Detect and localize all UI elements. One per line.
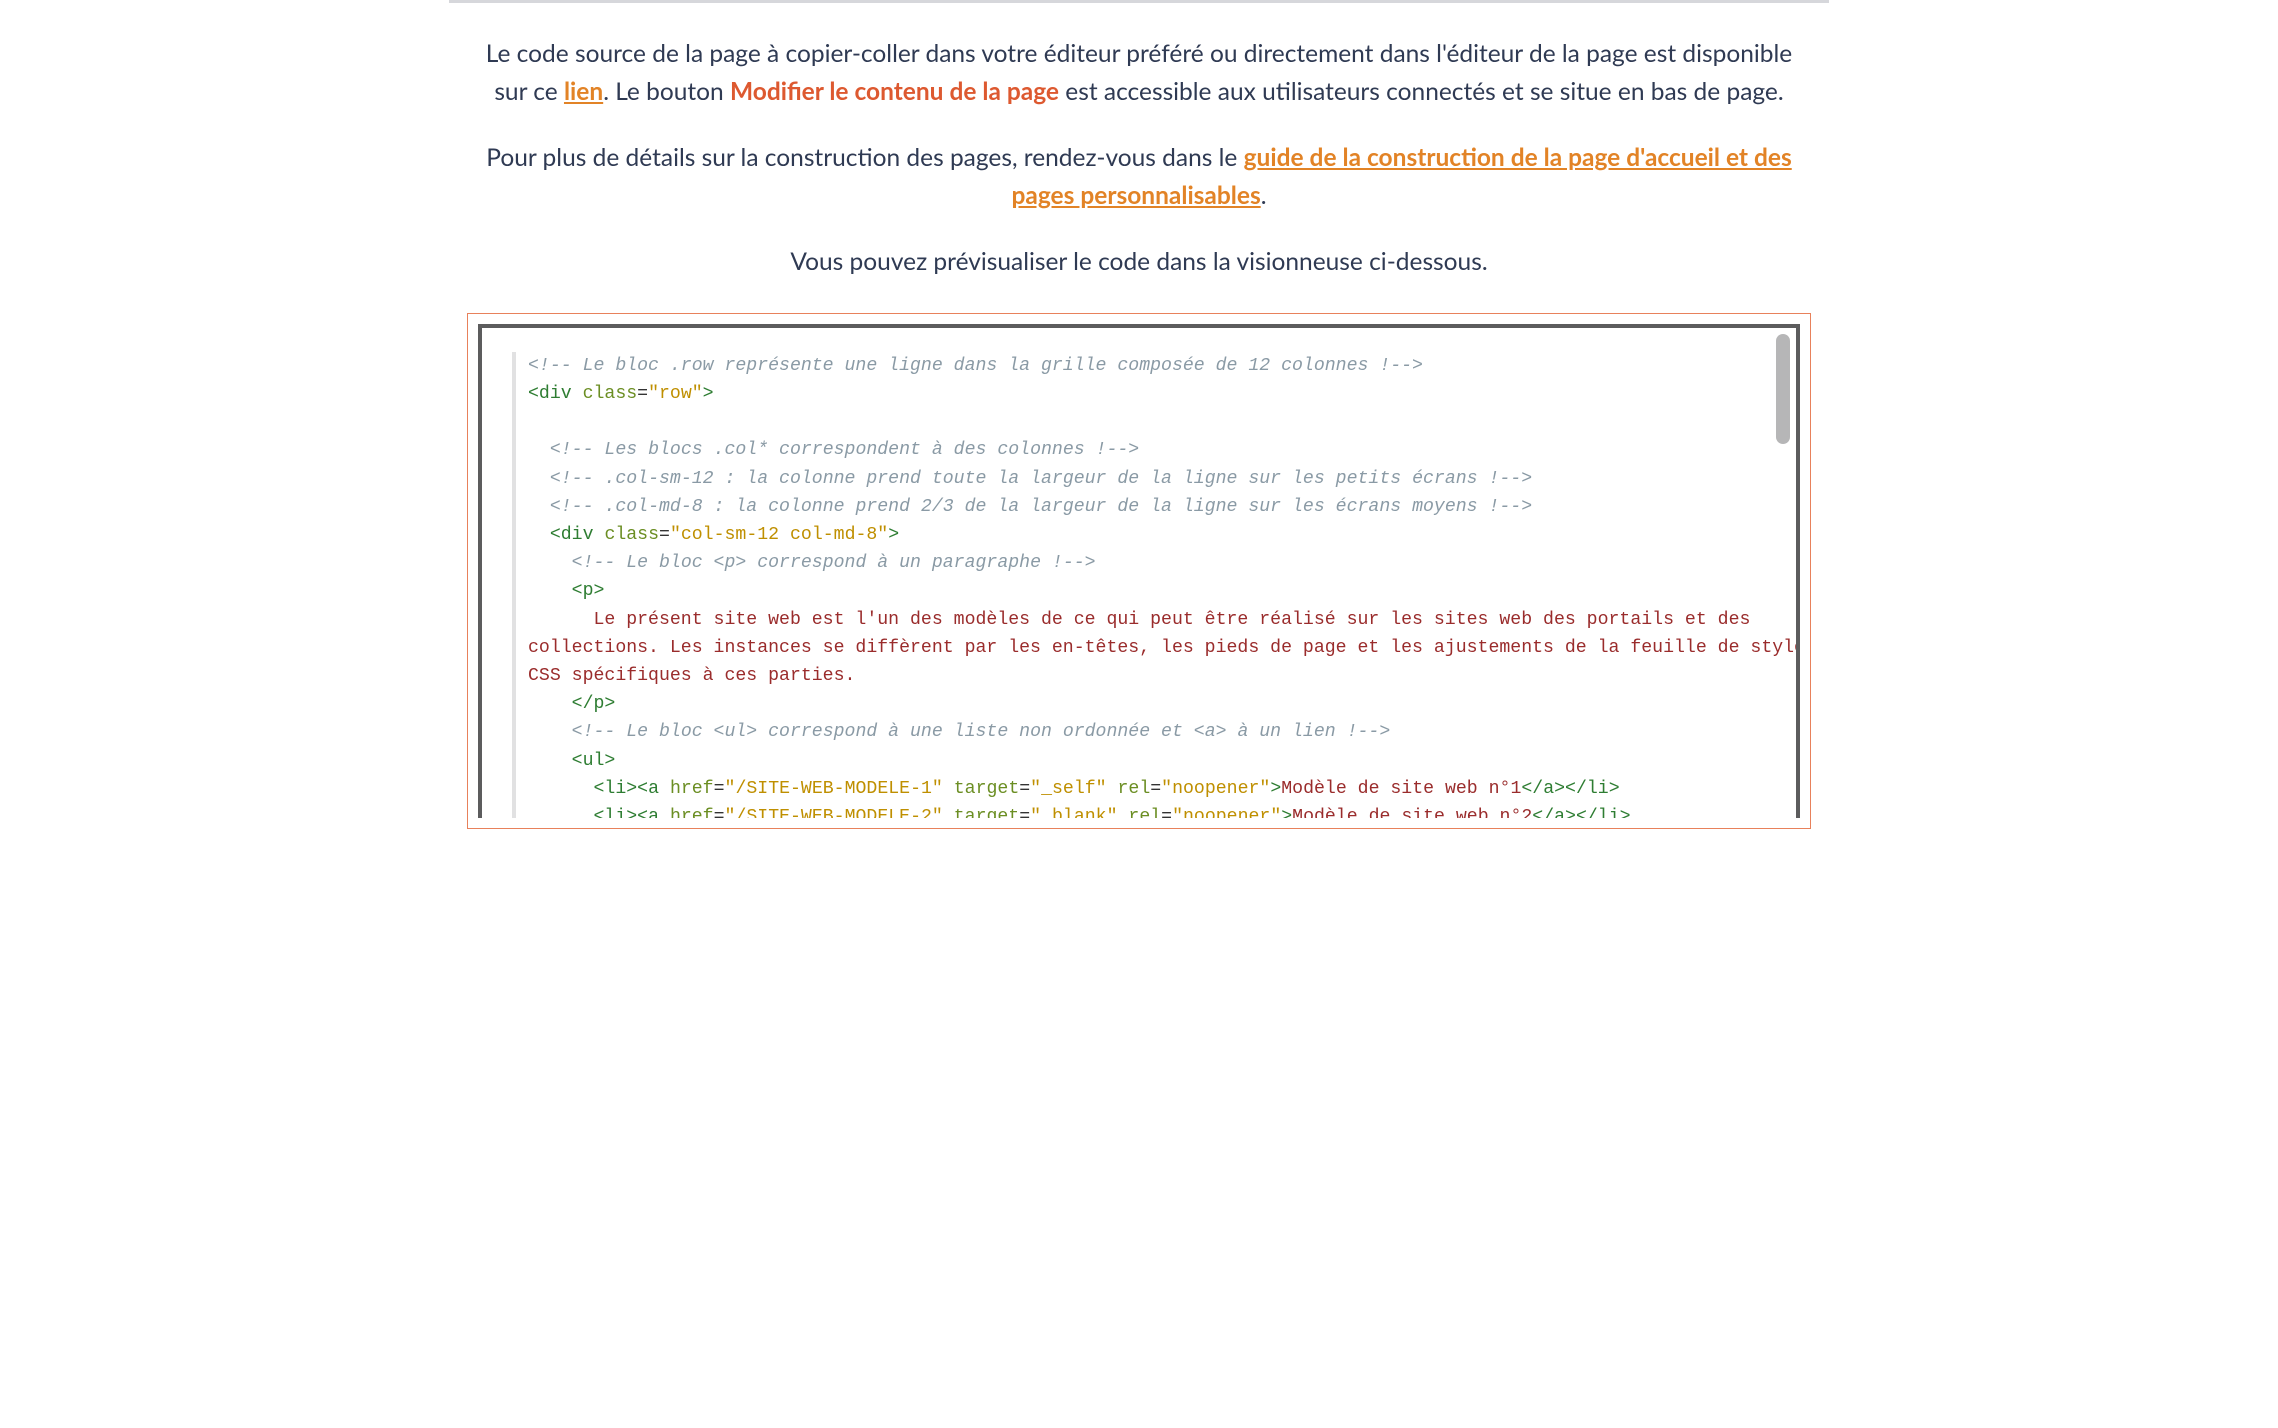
intro-paragraph-1: Le code source de la page à copier-colle… [479, 35, 1799, 111]
intro-p1-text-c: est accessible aux utilisateurs connecté… [1059, 77, 1784, 106]
code-content: <!-- Le bloc .row représente une ligne d… [528, 352, 1756, 818]
code-viewer-container: <!-- Le bloc .row représente une ligne d… [467, 313, 1811, 829]
modify-button-label: Modifier le contenu de la page [730, 77, 1059, 106]
top-divider [449, 0, 1829, 3]
intro-paragraph-2: Pour plus de détails sur la construction… [479, 139, 1799, 215]
source-link[interactable]: lien [564, 77, 603, 106]
code-gutter-bar [512, 352, 516, 818]
intro-p1-text-b: . Le bouton [603, 77, 730, 106]
intro-p2-text-a: Pour plus de détails sur la construction… [486, 143, 1243, 172]
code-preview: <!-- Le bloc .row représente une ligne d… [482, 328, 1796, 818]
code-viewer-frame: <!-- Le bloc .row représente une ligne d… [478, 324, 1800, 818]
intro-p2-text-b: . [1261, 181, 1267, 210]
intro-text: Le code source de la page à copier-colle… [479, 35, 1799, 281]
intro-paragraph-3: Vous pouvez prévisualiser le code dans l… [479, 243, 1799, 281]
